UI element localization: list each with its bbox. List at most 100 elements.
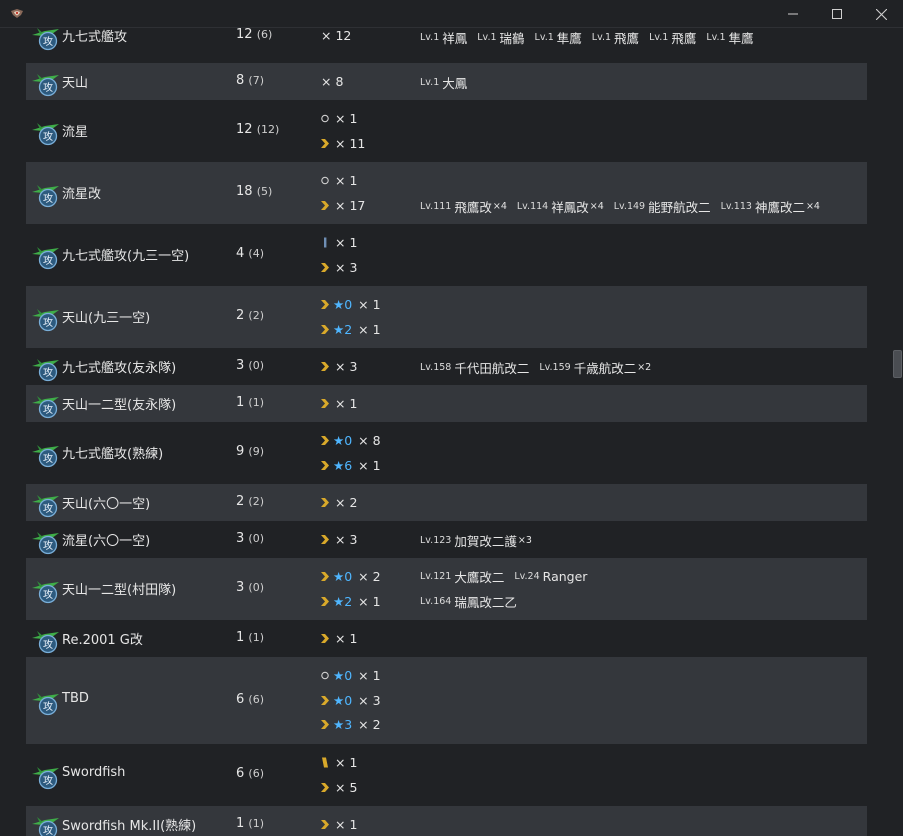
chevron-proficiency-icon [319,434,332,447]
equipment-row[interactable]: 攻流星(六〇一空) 3 (0) × 3 Lv.123 加賀改二護 ×3 [26,521,867,558]
ship-name[interactable]: 隼鷹 [557,28,582,47]
svg-text:攻: 攻 [43,588,53,601]
proficiency-line: ★2 × 1 [319,321,381,337]
equipment-count: 3 (0) [236,358,264,373]
quantity: × 1 [335,395,358,411]
ship-name[interactable]: 能野航改二 [648,197,711,216]
equipment-count: 1 (1) [236,630,264,645]
improvement-star: ★3 [333,717,353,733]
ship-name[interactable]: 千歳航改二 [574,358,637,377]
scrollbar-thumb[interactable] [893,350,902,378]
proficiency-line: × 8 [319,74,343,89]
torpedo-bomber-icon: 攻 [32,531,59,554]
equipment-row[interactable]: 攻天山(九三一空) 2 (2) ★0 × 1 ★2 × 1 [26,286,867,348]
quantity: × 1 [358,321,381,337]
close-button[interactable] [859,0,903,28]
improvement-star: ★2 [333,321,353,337]
equipment-name: TBD [62,690,89,706]
ship-name[interactable]: 祥鳳改 [551,197,589,216]
equipment-name: Swordfish Mk.II(熟練) [62,818,197,834]
equipment-count: 2 (2) [236,494,264,509]
proficiency-line: × 2 [319,495,357,510]
count-unlocked: (1) [248,630,265,644]
ship-name[interactable]: 瑞鶴 [500,28,525,47]
quantity: × 1 [335,173,358,188]
equipped-ships: Lv.1 大鳳 [420,73,467,92]
title-bar [0,0,903,28]
equipment-row[interactable]: 攻 Swordfish Mk.II(熟練) 1 (1) × 1 [26,806,867,836]
equipment-row[interactable]: 攻九七式艦攻(友永隊) 3 (0) × 3 Lv.158 千代田航改二 Lv.159 千歳航… [26,348,867,385]
equipment-name: 九七式艦攻(熟練) [62,447,164,462]
ship-name[interactable]: 瑞鳳改二乙 [454,592,517,611]
equipment-row[interactable]: 攻天山一二型(村田隊) 3 (0) ★0 × 2 ★2 × 1 Lv.121 大鷹改二 Lv.2… [26,558,867,620]
ship-name[interactable]: 祥鳳 [442,28,467,47]
equipment-name: Swordfish [62,765,126,780]
quantity: × 1 [335,111,358,126]
ship-name[interactable]: 千代田航改二 [454,358,529,377]
svg-text:攻: 攻 [43,81,53,94]
equipment-row[interactable]: 攻天山一二型(友永隊) 1 (1) × 1 [26,385,867,422]
equipment-row[interactable]: 攻九七式艦攻(熟練) 9 (9) ★0 × 8 ★6 × 1 [26,422,867,484]
proficiency-line: × 5 [319,779,358,795]
minimize-icon [788,13,798,15]
svg-text:攻: 攻 [43,254,53,267]
equipment-count: 6 (6) [236,692,264,707]
count-unlocked: (9) [248,445,265,458]
torpedo-bomber-icon: 攻 [32,28,59,51]
ship-level: Lv.1 [534,31,554,43]
chevron-proficiency-icon [319,459,332,472]
scrollbar[interactable] [887,28,903,836]
equipment-row[interactable]: 攻天山(六〇一空) 2 (2) × 2 [26,484,867,521]
torpedo-bomber-icon: 攻 [32,395,59,418]
equipment-row[interactable]: 攻 TBD 6 (6) ★0 × 1 ★0 × 3 ★3 × 2 [26,657,867,744]
equipment-row[interactable]: 攻流星改 18 (5) × 1 × 17 Lv.111 飛鷹改 ×4 Lv.114 祥鳳改 ×4 L… [26,162,867,224]
proficiency-line: ★0 × 1 [319,297,381,312]
proficiency-line: × 12 [319,28,351,43]
proficiency-line: × 1 [319,173,358,188]
maximize-icon [832,9,842,19]
ship-name[interactable]: 飛鷹 [671,28,696,47]
equipment-name: 流星改 [62,187,102,202]
ship-name[interactable]: 神鷹改二 [755,197,805,216]
quantity: × 1 [335,630,358,646]
count-unlocked: (0) [248,581,265,594]
maximize-button[interactable] [815,0,859,28]
quantity: × 5 [335,779,358,795]
equipment-name: 天山一二型(友永隊) [62,397,177,413]
equipment-row[interactable]: 攻九七式艦攻 12 (6) × 12 Lv.1 祥鳳 Lv.1 瑞鶴 Lv.1 隼鷹 Lv.1 飛鷹… [26,28,867,54]
count-total: 3 [236,530,245,546]
torpedo-bomber-icon: 攻 [32,630,59,653]
ship-name[interactable]: 大鳳 [442,73,467,92]
ship-name[interactable]: Ranger [543,569,588,584]
equipment-name: 天山(九三一空) [62,311,151,326]
chevron-proficiency-icon [319,632,332,645]
equipment-row[interactable]: 攻 Re.2001 G改 1 (1) × 1 [26,620,867,657]
ship-level: Lv.111 [420,200,452,212]
count-total: 3 [236,357,245,373]
torpedo-bomber-icon: 攻 [32,494,59,517]
equipment-row[interactable]: 攻天山 8 (7) × 8 Lv.1 大鳳 [26,63,867,100]
quantity: × 1 [358,457,381,473]
proficiency-line: ★2 × 1 [319,594,381,609]
ship-level: Lv.159 [539,362,571,373]
equipment-count: 1 (1) [236,816,264,831]
equipment-count: 18 (5) [236,184,272,199]
quantity: × 11 [335,135,366,151]
ship-name[interactable]: 隼鷹 [729,28,754,47]
ship-name[interactable]: 大鷹改二 [454,567,504,586]
torpedo-bomber-icon: 攻 [32,692,59,715]
equipment-name: Re.2001 G改 [62,632,143,648]
minimize-button[interactable] [771,0,815,28]
equipment-name: 九七式艦攻(友永隊) [62,360,177,376]
proficiency-line: ★0 × 8 [319,433,381,448]
ship-name[interactable]: 加賀改二護 [454,531,517,550]
equipment-row[interactable]: 攻流星 12 (12) × 1 × 11 [26,100,867,162]
equipment-row[interactable]: 攻九七式艦攻(九三一空) 4 (4) × 1 × 3 [26,224,867,286]
equipped-ships: Lv.164 瑞鳳改二乙 [420,592,517,611]
bar-proficiency-icon [319,236,332,249]
torpedo-bomber-icon: 攻 [32,581,59,604]
improvement-star: ★0 [333,433,353,448]
ship-name[interactable]: 飛鷹改 [454,197,492,216]
equipment-row[interactable]: 攻 Swordfish 6 (6) × 1 × 5 [26,744,867,806]
ship-name[interactable]: 飛鷹 [614,28,639,47]
